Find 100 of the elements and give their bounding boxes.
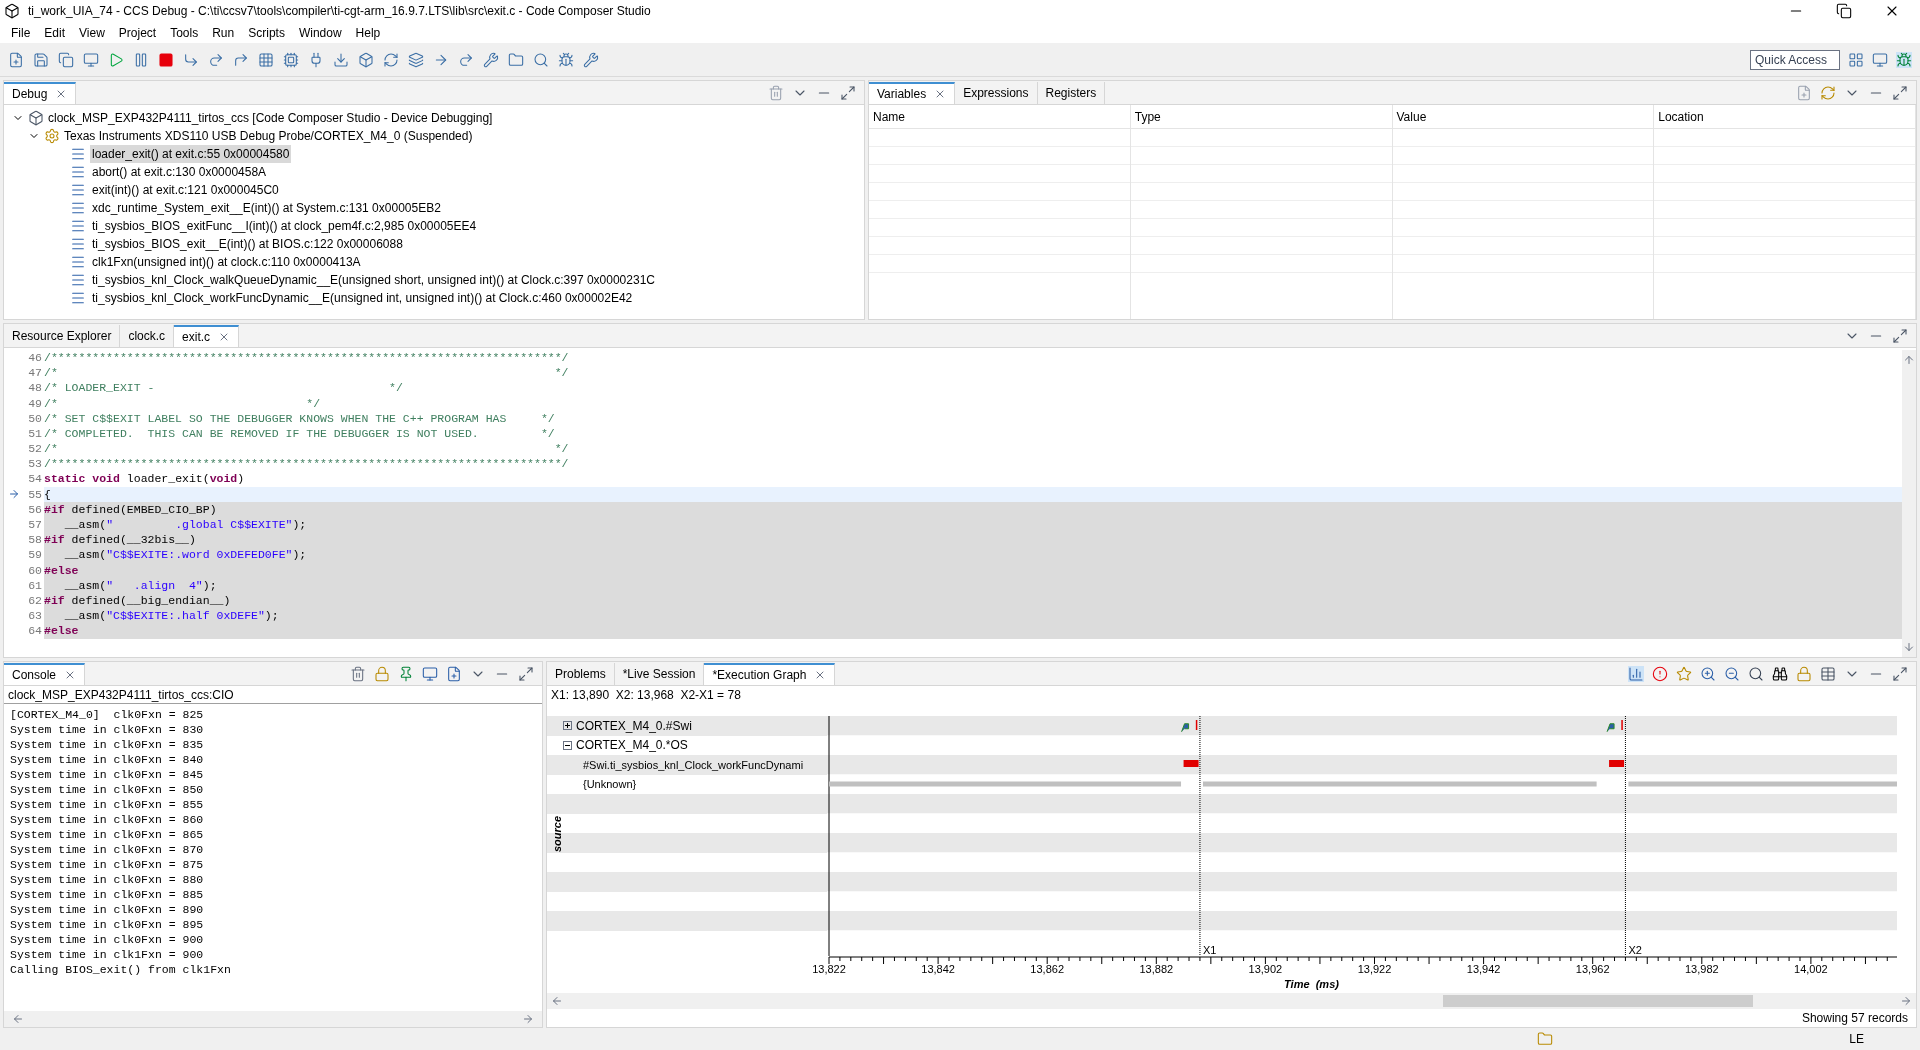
console-line: System time in clk0Fxn = 830: [10, 722, 204, 736]
step-return-icon[interactable]: [233, 51, 249, 68]
view-tab[interactable]: Registers: [1037, 81, 1106, 104]
graph-row-label[interactable]: CORTEX_M4_0.*OS: [576, 736, 688, 755]
scroll-lock-icon[interactable]: [374, 665, 390, 682]
redo-icon[interactable]: [458, 51, 474, 68]
search-icon[interactable]: [533, 51, 549, 68]
star-icon[interactable]: [1676, 665, 1692, 682]
perspective-icon[interactable]: [1848, 51, 1864, 68]
download-icon[interactable]: [333, 51, 349, 68]
layers-icon[interactable]: [408, 51, 424, 68]
menu-item[interactable]: Scripts: [241, 23, 292, 42]
menu-item[interactable]: Edit: [37, 23, 73, 42]
menu-item[interactable]: View: [72, 23, 112, 42]
tree-item[interactable]: Texas Instruments XDS110 USB Debug Probe/CORTEX_M4_0 (Suspended): [64, 127, 473, 145]
expand-toggle[interactable]: [563, 721, 572, 731]
marker-icon[interactable]: [1652, 665, 1668, 682]
step-over-icon[interactable]: [208, 51, 224, 68]
menu-item[interactable]: Window: [291, 23, 349, 42]
stack-frame[interactable]: clk1Fxn(unsigned int)() at clock.c:110 0x0000413A: [90, 253, 363, 271]
chip-icon[interactable]: [283, 51, 299, 68]
menu-item[interactable]: Run: [205, 23, 242, 42]
zoom-in-icon[interactable]: [1700, 665, 1716, 682]
scroll-up-icon[interactable]: [1903, 354, 1915, 366]
pause-icon[interactable]: [133, 51, 149, 68]
restore-icon[interactable]: [1836, 3, 1852, 19]
bug-icon[interactable]: [558, 51, 574, 68]
stack-frame[interactable]: ti_sysbios_knl_Clock_workFuncDynamic__E(unsigned int, unsigned int)() at Clock.c:460 0x00002E42: [90, 289, 635, 307]
new-file-icon[interactable]: [8, 51, 24, 68]
tree-item[interactable]: clock_MSP_EXP432P4111_tirtos_ccs [Code Composer Studio - Device Debugging]: [48, 109, 493, 127]
view-tab[interactable]: Expressions: [955, 81, 1038, 104]
window-title: ti_work_UIA_74 - CCS Debug - C:\ti\ccsv7\tools\compiler\ti-cgt-arm_16.9.7.LTS\lib\src\exit.c - Code Composer Studio: [28, 3, 651, 20]
save-all-icon[interactable]: [58, 51, 74, 68]
graph-row-label[interactable]: {Unknown}: [583, 776, 637, 793]
maximize-icon[interactable]: [840, 84, 856, 101]
perspective-icon[interactable]: [1872, 51, 1888, 68]
scroll-right-icon[interactable]: [1900, 995, 1912, 1007]
view-tab[interactable]: Resource Explorer: [4, 324, 121, 347]
resume-icon[interactable]: [108, 51, 124, 68]
refresh-icon[interactable]: [383, 51, 399, 68]
view-tab[interactable]: Problems: [547, 662, 615, 685]
view-tab[interactable]: Debug: [4, 81, 77, 104]
lock-icon[interactable]: [1796, 665, 1812, 682]
maximize-icon[interactable]: [1892, 327, 1908, 344]
step-into-icon[interactable]: [183, 51, 199, 68]
view-tab[interactable]: Variables: [869, 81, 956, 104]
quick-access-field[interactable]: Quick Access: [1750, 49, 1840, 70]
stack-frame-icon: [70, 200, 86, 216]
console-line: System time in clk0Fxn = 855: [10, 797, 204, 811]
stack-frame[interactable]: ti_sysbios_knl_Clock_walkQueueDynamic__E(unsigned short, unsigned int)() at Clock.c:397 0x0000231C: [90, 271, 657, 289]
binoculars-icon[interactable]: [1772, 665, 1788, 682]
scroll-left-icon[interactable]: [551, 995, 563, 1007]
pin-icon[interactable]: [398, 665, 414, 682]
stack-frame-icon: [70, 182, 86, 198]
scroll-down-icon[interactable]: [1903, 641, 1915, 653]
clear-console-icon[interactable]: [350, 665, 366, 682]
scroll-left-icon[interactable]: [12, 1013, 24, 1025]
column-header[interactable]: Type: [1130, 105, 1392, 129]
refresh-icon[interactable]: [1820, 84, 1836, 101]
plug-icon[interactable]: [308, 51, 324, 68]
table-icon[interactable]: [1820, 665, 1836, 682]
menu-item[interactable]: Project: [111, 23, 164, 42]
maximize-icon[interactable]: [1892, 665, 1908, 682]
add-icon[interactable]: [1796, 84, 1812, 101]
monitor-icon[interactable]: [83, 51, 99, 68]
column-header[interactable]: Name: [869, 105, 1130, 129]
stack-frame[interactable]: abort() at exit.c:130 0x0000458A: [90, 163, 269, 181]
expand-toggle[interactable]: [563, 740, 572, 750]
stack-frame[interactable]: loader_exit() at exit.c:55 0x00004580: [90, 145, 292, 163]
view-tab[interactable]: *Execution Graph: [704, 662, 836, 685]
maximize-icon[interactable]: [518, 665, 534, 682]
stop-icon[interactable]: [158, 51, 174, 68]
stack-frame[interactable]: exit(int)() at exit.c:121 0x000045C0: [90, 181, 281, 199]
open-console-icon[interactable]: [446, 665, 462, 682]
column-header[interactable]: Value: [1392, 105, 1654, 129]
menu-item[interactable]: File: [4, 23, 38, 42]
chart-icon[interactable]: [1628, 665, 1644, 682]
wrench-icon[interactable]: [583, 51, 599, 68]
search-icon[interactable]: [1748, 665, 1764, 682]
display-console-icon[interactable]: [422, 665, 438, 682]
view-tab[interactable]: exit.c: [174, 324, 240, 347]
menu-item[interactable]: Help: [348, 23, 388, 42]
box-icon[interactable]: [358, 51, 374, 68]
save-icon[interactable]: [33, 51, 49, 68]
zoom-out-icon[interactable]: [1724, 665, 1740, 682]
scrollbar-thumb[interactable]: [1443, 995, 1753, 1007]
folder-icon[interactable]: [508, 51, 524, 68]
view-tab[interactable]: Console: [4, 662, 86, 685]
stack-frame[interactable]: xdc_runtime_System_exit__E(int)() at System.c:131 0x00005EB2: [90, 199, 443, 217]
remove-icon[interactable]: [768, 84, 784, 101]
stack-frame[interactable]: ti_sysbios_BIOS_exit__E(int)() at BIOS.c:122 0x00006088: [90, 235, 405, 253]
debug-perspective-icon[interactable]: [1896, 51, 1912, 68]
stack-frame[interactable]: ti_sysbios_BIOS_exitFunc__I(int)() at clock_pem4f.c:2,985 0x00005EE4: [90, 217, 479, 235]
grid-icon[interactable]: [258, 51, 274, 68]
column-header[interactable]: Location: [1654, 105, 1915, 129]
scroll-right-icon[interactable]: [522, 1013, 534, 1025]
menu-item[interactable]: Tools: [163, 23, 206, 42]
maximize-icon[interactable]: [1892, 84, 1908, 101]
folder-icon[interactable]: [1537, 1031, 1554, 1047]
console-line: System time in clk0Fxn = 835: [10, 737, 204, 751]
